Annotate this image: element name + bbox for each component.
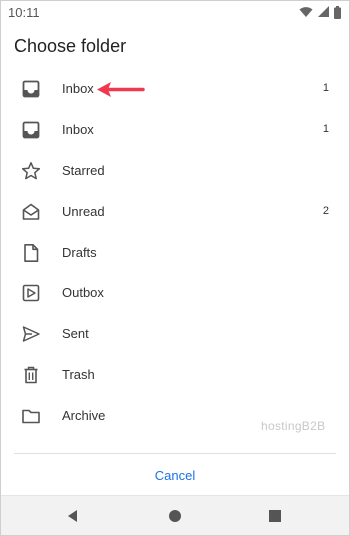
signal-icon <box>318 6 329 17</box>
home-icon[interactable] <box>167 508 183 524</box>
divider <box>14 453 336 454</box>
folder-item-sent[interactable]: Sent <box>1 314 349 355</box>
folder-item-starred[interactable]: Starred <box>1 151 349 192</box>
folder-item-inbox-secondary[interactable]: Inbox 1 <box>1 110 349 151</box>
battery-icon <box>334 5 341 19</box>
back-icon[interactable] <box>65 508 81 524</box>
folder-label: Outbox <box>62 285 104 301</box>
folder-count: 1 <box>322 82 329 94</box>
folder-chooser-screen: 10:11 Choose folder Inbox 1 Inbox 1 Star… <box>0 0 350 536</box>
folder-label: Trash <box>62 367 95 383</box>
open-envelope-icon <box>22 203 40 220</box>
trash-icon <box>24 366 38 384</box>
folder-label: Inbox <box>62 121 94 137</box>
watermark: hostingB2B <box>261 419 326 433</box>
folder-label: Drafts <box>62 244 97 260</box>
folder-count: 2 <box>322 204 329 217</box>
folder-list: Inbox 1 Inbox 1 Starred Unread 2 Drafts … <box>1 69 349 437</box>
folder-item-outbox[interactable]: Outbox <box>1 273 349 314</box>
folder-count: 1 <box>322 122 329 135</box>
outbox-icon <box>22 285 40 302</box>
draft-document-icon <box>24 243 39 262</box>
folder-item-unread[interactable]: Unread 2 <box>1 192 349 233</box>
status-icons <box>299 5 341 19</box>
cancel-button[interactable]: Cancel <box>1 461 349 491</box>
star-icon <box>21 161 41 180</box>
folder-item-drafts[interactable]: Drafts <box>1 233 349 274</box>
inbox-icon <box>22 121 40 139</box>
folder-item-trash[interactable]: Trash <box>1 355 349 396</box>
folder-label: Starred <box>62 162 105 178</box>
annotation-arrow-icon <box>97 82 145 97</box>
folder-label: Sent <box>62 326 89 342</box>
archive-folder-icon <box>22 409 40 424</box>
recents-icon[interactable] <box>267 508 283 524</box>
dialog-title: Choose folder <box>14 36 127 56</box>
send-icon <box>22 326 40 343</box>
status-bar: 10:11 <box>1 1 349 23</box>
folder-item-inbox[interactable]: Inbox 1 <box>1 69 349 110</box>
folder-label: Inbox <box>62 81 94 96</box>
folder-label: Unread <box>62 203 105 219</box>
wifi-icon <box>299 7 313 17</box>
inbox-icon <box>22 80 40 98</box>
navigation-bar <box>1 495 349 535</box>
status-time: 10:11 <box>8 5 40 20</box>
folder-label: Archive <box>62 408 106 424</box>
